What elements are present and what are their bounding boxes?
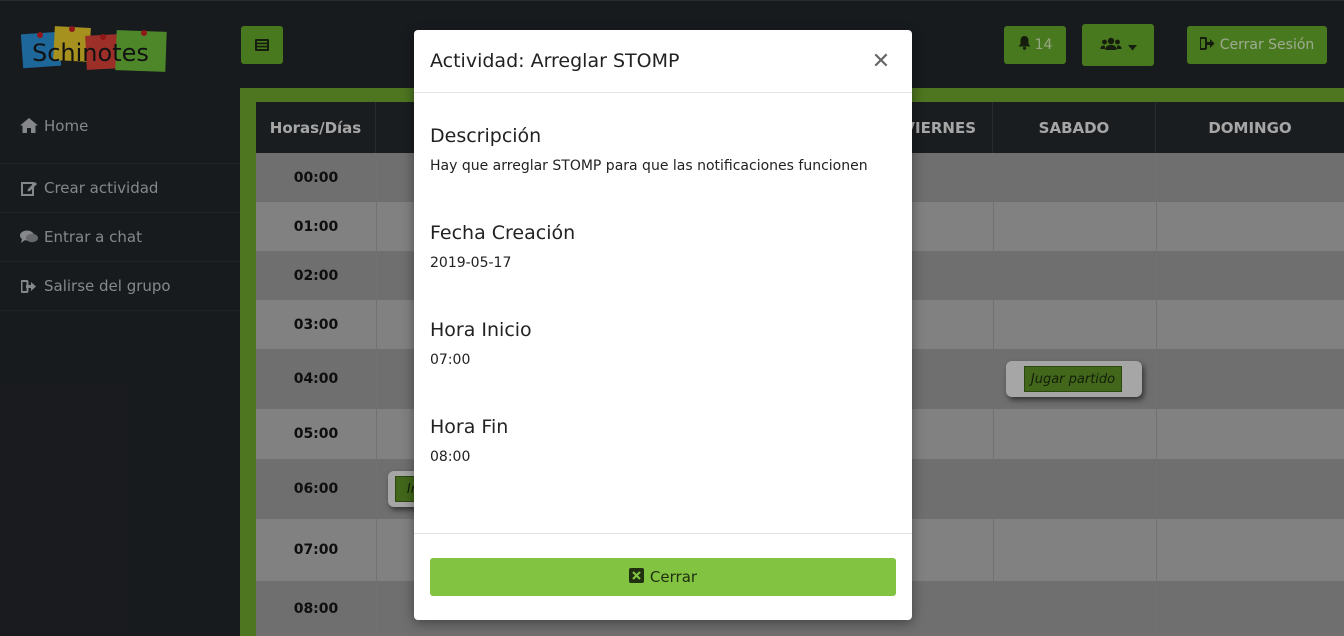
hour-label: 00:00 xyxy=(293,169,339,186)
bell-icon xyxy=(1018,36,1031,54)
notifications-count: 14 xyxy=(1034,37,1053,53)
svg-text:Schinotes: Schinotes xyxy=(32,39,149,67)
sign-out-icon xyxy=(20,278,38,294)
grid-divider xyxy=(993,153,994,636)
column-header-domingo: DOMINGO xyxy=(1208,118,1292,137)
event-label: Jugar partido xyxy=(1024,366,1122,392)
sidebar-item-leave-group[interactable]: Salirse del grupo xyxy=(0,262,240,311)
field-value-description: Hay que arreglar STOMP para que las noti… xyxy=(430,158,868,174)
logout-button[interactable]: Cerrar Sesión xyxy=(1187,26,1327,64)
sidebar-toggle-button[interactable] xyxy=(241,26,283,64)
modal-footer: Cerrar xyxy=(414,533,912,620)
logout-label: Cerrar Sesión xyxy=(1219,37,1315,53)
close-box-icon xyxy=(628,567,644,587)
field-label-end-time: Hora Fin xyxy=(430,416,509,438)
hour-label: 05:00 xyxy=(293,426,339,442)
grid-divider xyxy=(376,153,377,636)
home-icon xyxy=(20,118,38,134)
modal-header: Actividad: Arreglar STOMP ✕ xyxy=(414,30,912,93)
caret-down-icon xyxy=(1127,36,1137,55)
field-value-end-time: 08:00 xyxy=(430,449,471,465)
sidebar-item-create-activity[interactable]: Crear actividad xyxy=(0,164,240,213)
sidebar: Home Crear actividad Entrar a chat Salir… xyxy=(0,88,240,636)
cerrar-label: Cerrar xyxy=(649,568,698,586)
hour-label: 03:00 xyxy=(293,316,339,333)
hour-label: 01:00 xyxy=(293,218,339,235)
field-value-start-time: 07:00 xyxy=(430,352,471,368)
sidebar-item-label: Entrar a chat xyxy=(44,228,142,246)
modal-title: Actividad: Arreglar STOMP xyxy=(430,50,680,72)
sidebar-item-chat[interactable]: Entrar a chat xyxy=(0,213,240,262)
hour-label: 02:00 xyxy=(293,267,339,284)
comments-icon xyxy=(20,229,38,245)
sidebar-item-label: Salirse del grupo xyxy=(44,277,171,295)
field-label-creation-date: Fecha Creación xyxy=(430,222,576,244)
field-label-start-time: Hora Inicio xyxy=(430,319,532,341)
users-icon xyxy=(1100,36,1122,55)
edit-icon xyxy=(20,180,38,196)
hour-label: 06:00 xyxy=(293,481,339,497)
hour-label: 08:00 xyxy=(293,600,339,617)
sidebar-item-label: Home xyxy=(44,116,89,135)
column-header-sabado: SABADO xyxy=(993,102,1156,153)
sidebar-item-home[interactable]: Home xyxy=(0,88,240,164)
cerrar-button[interactable]: Cerrar xyxy=(430,558,896,596)
calendar-event[interactable]: Jugar partido xyxy=(1006,361,1142,397)
notifications-button[interactable]: 14 xyxy=(1004,26,1066,64)
grid-divider xyxy=(1156,153,1157,636)
field-label-description: Descripción xyxy=(430,125,542,147)
close-icon: ✕ xyxy=(871,48,891,74)
hour-label: 04:00 xyxy=(293,371,339,387)
column-header-hours: Horas/Días xyxy=(256,102,376,153)
close-button[interactable]: ✕ xyxy=(866,49,896,74)
field-value-creation-date: 2019-05-17 xyxy=(430,255,512,271)
list-icon xyxy=(255,36,269,55)
group-menu-button[interactable] xyxy=(1082,24,1154,66)
sidebar-item-label: Crear actividad xyxy=(44,179,159,197)
activity-modal: Actividad: Arreglar STOMP ✕ Descripción … xyxy=(414,30,912,620)
modal-body: Descripción Hay que arreglar STOMP para … xyxy=(414,125,912,565)
sign-out-icon xyxy=(1198,36,1215,54)
schinotes-logo[interactable]: Schinotes xyxy=(20,23,170,81)
hour-label: 07:00 xyxy=(293,542,339,558)
